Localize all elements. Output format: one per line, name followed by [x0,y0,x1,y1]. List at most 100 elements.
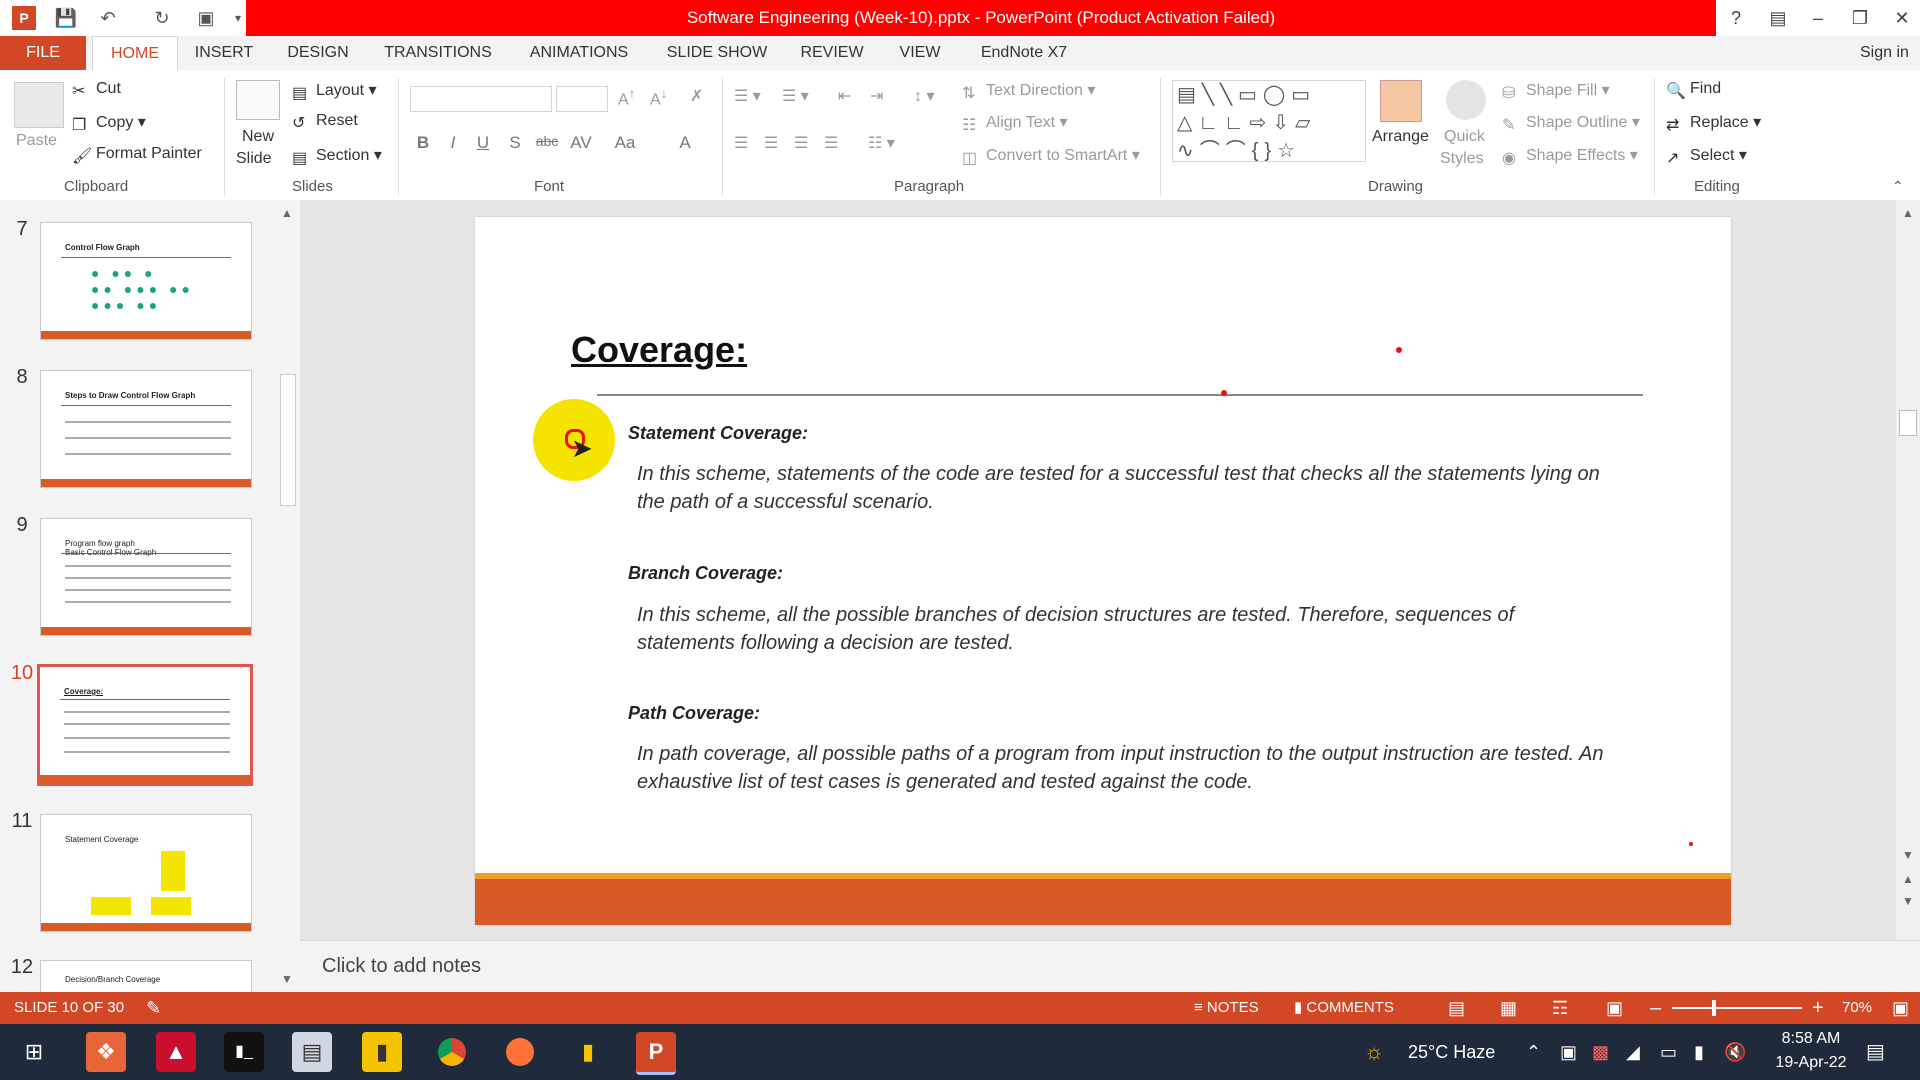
strikethrough-button[interactable]: abc [534,133,560,149]
shadow-button[interactable]: S [502,133,528,153]
slide-sorter-icon[interactable]: ▦ [1500,992,1517,1024]
scroll-down-icon[interactable]: ▼ [1902,848,1914,862]
character-spacing-button[interactable]: AV [568,133,594,153]
battery-icon[interactable]: ▭ [1660,1024,1677,1080]
arrange-button[interactable]: Arrange [1372,128,1429,146]
decrease-indent-icon[interactable]: ⇤ [838,86,851,106]
help-icon[interactable]: ? [1718,4,1754,32]
app-tray-icon[interactable]: ▩ [1592,1024,1609,1080]
shrink-font-icon[interactable]: A↓ [650,86,667,109]
chrome-icon[interactable] [432,1032,472,1072]
scroll-up-icon[interactable]: ▲ [281,206,293,220]
italic-button[interactable]: I [440,133,466,153]
layout-button[interactable]: ▤ Layout ▾ [292,80,377,102]
shape-effects-button[interactable]: ◉ Shape Effects ▾ [1502,145,1638,167]
app-icon[interactable]: ▤ [292,1032,332,1072]
next-slide-icon[interactable]: ▼ [1902,894,1914,908]
font-name-dropdown[interactable] [410,86,552,112]
shapes-gallery[interactable]: ▤╲╲▭◯▭ △∟∟⇨⇩▱ ∿⌒⌒{}☆ [1172,80,1366,162]
scroll-thumb[interactable] [280,374,296,506]
columns-icon[interactable]: ☷ ▾ [868,133,895,153]
wifi-icon[interactable]: ◢ [1626,1024,1640,1080]
slide-thumbnail[interactable]: Statement Coverage [40,814,252,932]
numbering-icon[interactable]: ☰ ▾ [782,86,809,106]
line-spacing-icon[interactable]: ↕ ▾ [914,86,934,106]
quick-styles-icon[interactable] [1446,80,1486,120]
slide-thumbnail[interactable]: Decision/Branch Coverage [40,960,252,994]
clock-time[interactable]: 8:58 AM [1766,1030,1856,1048]
show-hidden-icons[interactable]: ⌃ [1526,1024,1541,1080]
slide-canvas[interactable]: Coverage: ➤ Statement Coverage: In this … [475,217,1731,925]
replace-button[interactable]: ⇄ Replace ▾ [1666,112,1761,134]
align-text-button[interactable]: ☷ Align Text ▾ [962,112,1068,134]
tab-transitions[interactable]: TRANSITIONS [376,36,500,70]
slide-show-icon[interactable]: ▣ [1606,992,1623,1024]
clock-date[interactable]: 19-Apr-22 [1766,1054,1856,1072]
zoom-level[interactable]: 70% [1842,992,1872,1024]
tab-file[interactable]: FILE [0,36,86,70]
app-icon[interactable]: ❖ [86,1032,126,1072]
tab-home[interactable]: HOME [92,36,178,72]
bold-button[interactable]: B [410,133,436,153]
windows-start-icon[interactable]: ⊞ [14,1032,54,1072]
notifications-icon[interactable]: ▤ [1866,1024,1885,1080]
collapse-ribbon-icon[interactable]: ⌃ [1892,178,1904,195]
tab-insert[interactable]: INSERT [188,36,260,70]
slide-thumbnail[interactable]: Control Flow Graph ● ●● ● ●● ●●● ●● ●●● ●● [40,222,252,340]
convert-smartart-button[interactable]: ◫ Convert to SmartArt ▾ [962,145,1140,167]
shape-fill-button[interactable]: ⛁ Shape Fill ▾ [1502,80,1610,102]
cut-button[interactable]: ✂ Cut [72,80,121,100]
fit-to-window-icon[interactable]: ▣ [1892,992,1909,1024]
tab-view[interactable]: VIEW [888,36,952,70]
zoom-slider-thumb[interactable] [1712,1000,1716,1016]
undo-icon[interactable]: ↶ [96,6,120,30]
format-painter-button[interactable]: 🖌 Format Painter [72,145,202,165]
zoom-slider[interactable] [1672,1007,1802,1009]
meet-now-icon[interactable]: ▣ [1560,1024,1577,1080]
change-case-button[interactable]: Aa [612,133,638,153]
slide-thumbnail[interactable]: Program flow graph Basic Control Flow Gr… [40,518,252,636]
find-button[interactable]: 🔍 Find [1666,80,1721,100]
grow-font-icon[interactable]: A↑ [618,86,635,109]
clear-formatting-icon[interactable]: ✗ [690,86,703,106]
spell-check-icon[interactable]: ✎ [146,992,161,1024]
font-size-dropdown[interactable] [556,86,608,112]
tab-review[interactable]: REVIEW [796,36,868,70]
save-icon[interactable]: 💾 [54,6,78,30]
align-left-icon[interactable]: ☰ [734,133,748,153]
redo-icon[interactable]: ↻ [150,6,174,30]
zoom-out-icon[interactable]: – [1650,992,1661,1024]
comments-button[interactable]: ▮ COMMENTS [1294,992,1394,1024]
section-button[interactable]: ▤ Section ▾ [292,145,382,167]
quick-styles-label-2[interactable]: Styles [1440,150,1484,168]
close-icon[interactable]: ✕ [1884,4,1920,32]
firefox-icon[interactable] [500,1032,540,1072]
notes-pane[interactable]: Click to add notes [300,940,1920,993]
weather-icon[interactable]: ☼ [1364,1024,1384,1080]
notes-button[interactable]: ≡ NOTES [1194,992,1259,1024]
select-button[interactable]: ↗ Select ▾ [1666,145,1747,167]
normal-view-icon[interactable]: ▤ [1448,992,1465,1024]
bullets-icon[interactable]: ☰ ▾ [734,86,761,106]
reset-button[interactable]: ↺ Reset [292,112,358,132]
slide-thumbnail[interactable]: Steps to Draw Control Flow Graph [40,370,252,488]
thumbnails-scrollbar[interactable]: ▲ ▼ [278,206,296,992]
powerpoint-taskbar-icon[interactable]: P [636,1032,676,1075]
scroll-thumb[interactable] [1899,410,1917,436]
shape-outline-button[interactable]: ✎ Shape Outline ▾ [1502,112,1640,134]
copy-button[interactable]: ❐ Copy ▾ [72,112,146,134]
paste-button[interactable]: Paste [16,132,57,150]
restore-icon[interactable]: ❐ [1842,4,1878,32]
scroll-up-icon[interactable]: ▲ [1902,206,1914,220]
arrange-icon[interactable] [1380,80,1422,122]
reading-view-icon[interactable]: ☶ [1552,992,1568,1024]
ribbon-display-icon[interactable]: ▤ [1760,4,1796,32]
display-icon[interactable]: ▮ [1694,1024,1704,1080]
underline-button[interactable]: U [470,133,496,153]
align-right-icon[interactable]: ☰ [794,133,808,153]
paste-icon[interactable] [14,82,64,128]
previous-slide-icon[interactable]: ▲ [1902,872,1914,886]
text-direction-button[interactable]: ⇅ Text Direction ▾ [962,80,1095,102]
new-slide-icon[interactable] [236,80,280,120]
tab-design[interactable]: DESIGN [280,36,356,70]
